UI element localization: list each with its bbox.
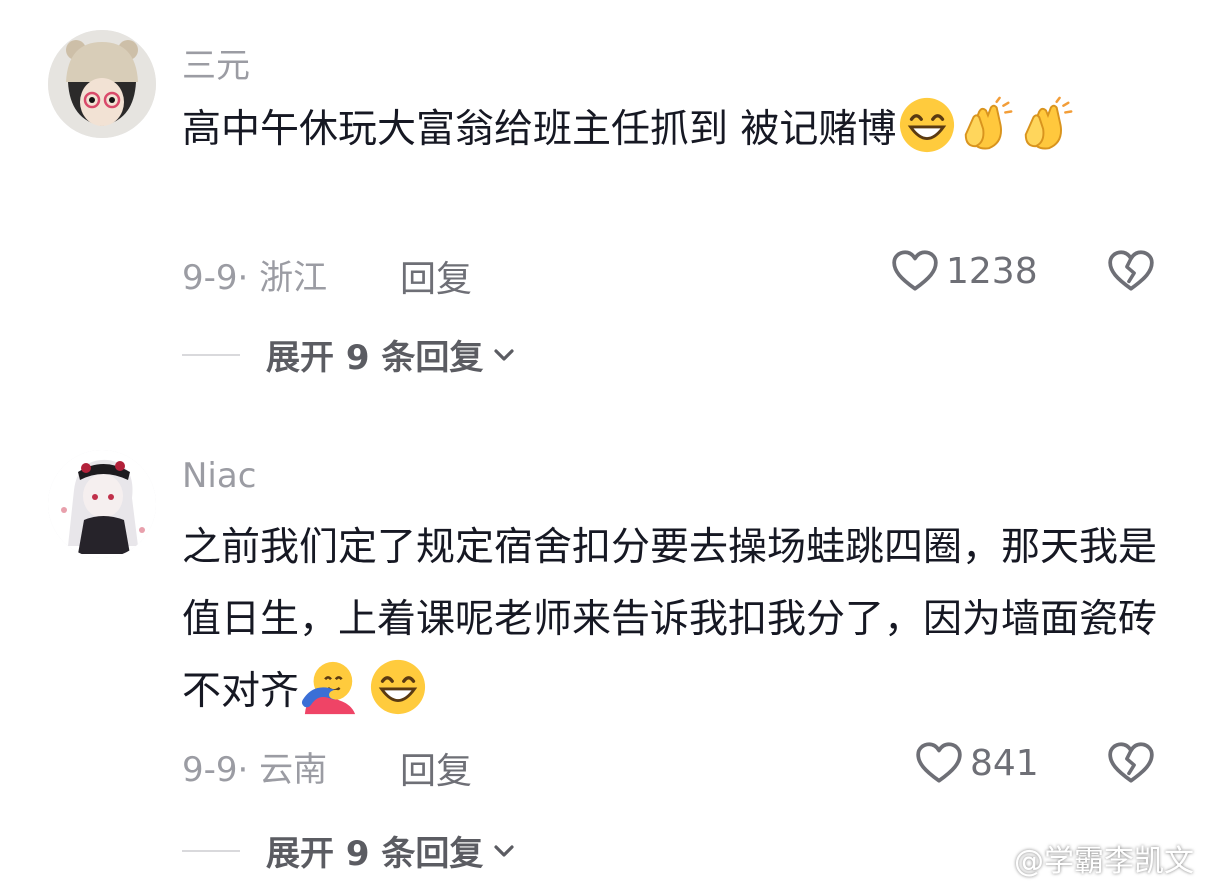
divider-line	[182, 353, 240, 356]
comment-date: 9-9	[182, 750, 238, 790]
comment-location: 云南	[259, 750, 328, 790]
like-button[interactable]: 1238	[890, 246, 1038, 296]
chevron-down-icon	[494, 844, 514, 857]
grin-emoji	[898, 96, 956, 154]
heart-icon	[890, 246, 940, 296]
broken-heart-icon[interactable]	[1106, 246, 1156, 296]
reply-button[interactable]: 回复	[400, 742, 472, 794]
comment-location: 浙江	[259, 258, 328, 298]
like-count: 841	[970, 742, 1039, 784]
broken-heart-icon[interactable]	[1106, 738, 1156, 788]
watermark-text: @学霸李凯文	[1014, 844, 1194, 879]
comment-text: 之前我们定了规定宿舍扣分要去操场蛙跳四圈，那天我是值日生，上着课呢老师来告诉我扣…	[182, 512, 1172, 728]
comment-item: 三元 高中午休玩大富翁给班主任抓到 被记赌博 9-9· 浙江 回复 1238 展…	[0, 0, 1206, 400]
weibo-logo-icon	[965, 844, 1006, 875]
clap-emoji	[1018, 96, 1076, 154]
comment-username[interactable]: Niac	[182, 456, 256, 496]
hug-emoji	[301, 658, 359, 716]
expand-replies[interactable]: 展开 9 条回复	[182, 826, 519, 875]
chevron-down-icon	[494, 348, 514, 361]
comment-meta: 9-9· 浙江	[182, 258, 328, 298]
divider-line	[182, 849, 240, 852]
comment-item: Niac 之前我们定了规定宿舍扣分要去操场蛙跳四圈，那天我是值日生，上着课呢老师…	[0, 400, 1206, 886]
expand-replies-label: 展开 9 条回复	[266, 834, 484, 874]
watermark: @学霸李凯文	[964, 836, 1194, 880]
like-count: 1238	[946, 250, 1038, 292]
comment-date: 9-9	[182, 258, 238, 298]
expand-replies-label: 展开 9 条回复	[266, 338, 484, 378]
like-button[interactable]: 841	[914, 738, 1039, 788]
avatar[interactable]	[48, 30, 156, 138]
avatar[interactable]	[48, 450, 156, 558]
comment-username[interactable]: 三元	[182, 38, 250, 87]
comment-text-content: 高中午休玩大富翁给班主任抓到 被记赌博	[182, 107, 897, 152]
clap-emoji	[958, 96, 1016, 154]
expand-replies[interactable]: 展开 9 条回复	[182, 330, 519, 379]
comment-text: 高中午休玩大富翁给班主任抓到 被记赌博	[182, 94, 1172, 166]
heart-icon	[914, 738, 964, 788]
comment-meta: 9-9· 云南	[182, 750, 328, 790]
grin-emoji	[369, 658, 427, 716]
reply-button[interactable]: 回复	[400, 250, 472, 302]
